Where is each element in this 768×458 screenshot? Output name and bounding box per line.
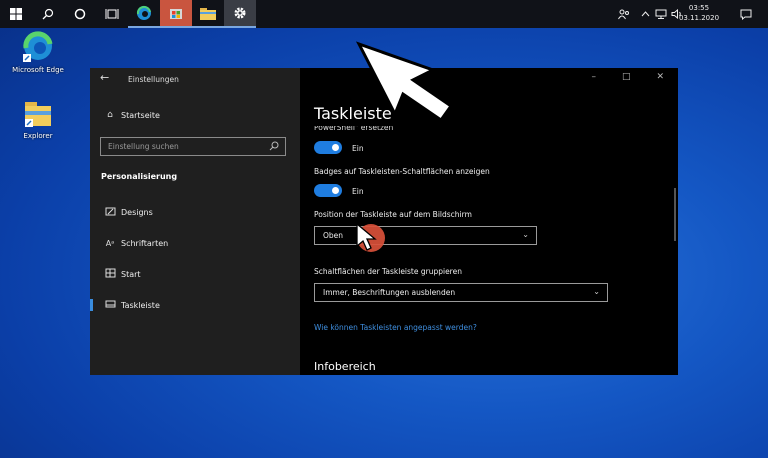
- taskbar-icon: [100, 300, 120, 311]
- windows-logo-icon: [10, 8, 22, 20]
- toggle-state-label: Ein: [352, 144, 364, 153]
- home-icon: ⌂: [107, 110, 113, 120]
- settings-search-input[interactable]: Einstellung suchen: [100, 137, 286, 156]
- sidebar-item-fonts[interactable]: Aᵃ Schriftarten: [90, 232, 300, 254]
- window-title: Einstellungen: [128, 75, 179, 84]
- explorer-folder-icon: [200, 7, 216, 20]
- people-icon[interactable]: [614, 0, 634, 28]
- badges-label: Badges auf Taskleisten-Schaltflächen anz…: [314, 167, 490, 176]
- close-icon[interactable]: ✕: [656, 72, 664, 82]
- annotation-arrow-icon: [355, 41, 454, 120]
- search-placeholder: Einstellung suchen: [108, 142, 179, 151]
- fonts-icon: Aᵃ: [105, 238, 115, 248]
- position-dropdown[interactable]: Oben ⌄: [314, 226, 537, 245]
- cut-off-setting-label: PowerShell" ersetzen: [314, 126, 394, 132]
- search-icon: [42, 8, 54, 20]
- sidebar-item-label: Designs: [121, 207, 153, 217]
- search-button[interactable]: [32, 0, 64, 28]
- sidebar-section-title: Personalisierung: [101, 172, 178, 181]
- mouse-cursor-icon: [356, 222, 377, 251]
- chevron-down-icon: ⌄: [593, 287, 600, 296]
- sidebar-item-label: Taskleiste: [121, 300, 160, 310]
- group-dropdown[interactable]: Immer, Beschriftungen ausblenden ⌄: [314, 283, 608, 302]
- settings-gear-icon: [234, 7, 246, 19]
- edge-icon: [136, 5, 151, 20]
- section-heading-infobereich: Infobereich: [314, 360, 376, 373]
- toggle-state-label: Ein: [352, 187, 364, 196]
- network-icon[interactable]: [654, 0, 668, 28]
- maximize-icon[interactable]: □: [622, 72, 631, 82]
- taskbar-store[interactable]: [160, 0, 192, 28]
- start-button[interactable]: [0, 0, 32, 28]
- sidebar-item-start[interactable]: Start: [90, 263, 300, 285]
- minimize-icon[interactable]: –: [591, 72, 596, 82]
- cortana-icon: [74, 8, 86, 20]
- clock[interactable]: 03:55 03.11.2020: [670, 3, 728, 23]
- back-arrow-icon[interactable]: ←: [100, 71, 109, 84]
- explorer-folder-icon: [25, 102, 51, 127]
- group-label: Schaltflächen der Taskleiste gruppieren: [314, 267, 462, 276]
- task-view-button[interactable]: [96, 0, 128, 28]
- desktop-icon-explorer[interactable]: Explorer: [6, 100, 70, 140]
- desktop-icon-label: Explorer: [23, 132, 53, 140]
- taskbar-explorer[interactable]: [192, 0, 224, 28]
- settings-sidebar: ← Einstellungen ⌂ Startseite Einstellung…: [90, 68, 300, 375]
- sidebar-item-home[interactable]: ⌂ Startseite: [90, 104, 300, 126]
- edge-icon: [23, 31, 53, 62]
- dropdown-value: Oben: [323, 231, 344, 240]
- taskbar-settings[interactable]: [224, 0, 256, 28]
- taskbar: 03:55 03.11.2020: [0, 0, 768, 28]
- search-icon: [269, 141, 279, 153]
- sidebar-item-label: Start: [121, 269, 141, 279]
- designs-icon: [100, 206, 120, 219]
- desktop-icon-edge[interactable]: Microsoft Edge: [6, 30, 70, 74]
- chevron-up-icon[interactable]: [638, 0, 652, 28]
- sidebar-item-label: Startseite: [121, 110, 160, 120]
- help-link[interactable]: Wie können Taskleisten angepasst werden?: [314, 323, 477, 332]
- clock-time: 03:55: [688, 4, 710, 12]
- position-label: Position der Taskleiste auf dem Bildschi…: [314, 210, 472, 219]
- chevron-down-icon: ⌄: [522, 230, 529, 239]
- sidebar-item-taskbar[interactable]: Taskleiste: [90, 294, 300, 316]
- taskbar-edge[interactable]: [128, 0, 160, 28]
- sidebar-item-label: Schriftarten: [121, 238, 169, 248]
- scrollbar[interactable]: [674, 188, 676, 241]
- clock-date: 03.11.2020: [678, 14, 720, 22]
- task-view-icon: [105, 9, 119, 19]
- toggle-powershell[interactable]: [314, 141, 342, 154]
- desktop-icon-label: Microsoft Edge: [12, 66, 64, 74]
- store-icon: [170, 9, 182, 19]
- cortana-button[interactable]: [64, 0, 96, 28]
- notification-icon[interactable]: [736, 0, 756, 28]
- sidebar-item-designs[interactable]: Designs: [90, 201, 300, 223]
- start-icon: [100, 268, 120, 281]
- window-controls: – □ ✕: [591, 72, 664, 82]
- dropdown-value: Immer, Beschriftungen ausblenden: [323, 288, 456, 297]
- toggle-badges[interactable]: [314, 184, 342, 197]
